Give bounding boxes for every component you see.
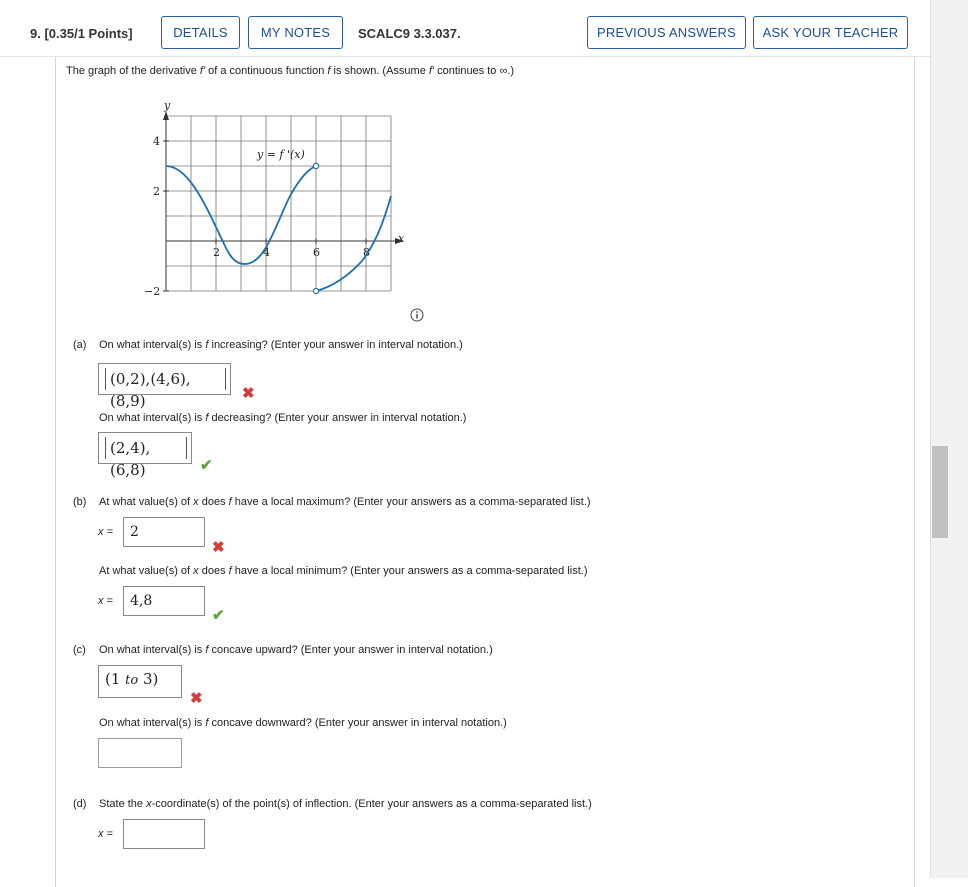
- question-header: 9. [0.35/1 Points]: [30, 26, 133, 41]
- correct-icon: ✔: [200, 457, 213, 474]
- y-axis-arrow: [163, 111, 169, 120]
- part-c-answer-1-field[interactable]: (1 to 3): [98, 665, 182, 698]
- part-a-answer-1-value: (0,2),(4,6),(8,9): [105, 368, 226, 410]
- x-axis-label: x: [398, 232, 405, 245]
- graph-axes: [165, 116, 400, 291]
- part-b-x-equals-2: x =: [98, 595, 113, 607]
- part-b-answer-1-field[interactable]: 2: [123, 517, 205, 547]
- part-d-question: State the x-coordinate(s) of the point(s…: [99, 798, 592, 810]
- part-a-question-1: On what interval(s) is f increasing? (En…: [99, 339, 463, 351]
- part-c-label: (c): [73, 644, 86, 656]
- y-tick-2: 2: [153, 185, 160, 198]
- scrollbar-thumb[interactable]: [932, 446, 948, 538]
- scrollbar-track[interactable]: [930, 0, 968, 878]
- part-d-label: (d): [73, 798, 87, 810]
- info-icon[interactable]: [410, 308, 424, 322]
- previous-answers-button[interactable]: PREVIOUS ANSWERS: [587, 16, 746, 49]
- part-b-question-2: At what value(s) of x does f have a loca…: [99, 565, 588, 577]
- part-d-answer-field[interactable]: [123, 819, 205, 849]
- incorrect-icon: ✖: [190, 690, 203, 707]
- part-a-answer-2-value: (2,4),(6,8): [105, 437, 187, 479]
- part-a-answer-1-field[interactable]: (0,2),(4,6),(8,9): [98, 363, 231, 410]
- correct-icon: ✔: [212, 607, 225, 624]
- derivative-curve-segment-2: [315, 195, 392, 292]
- y-tick-neg2: −2: [144, 285, 160, 298]
- part-c-question-1: On what interval(s) is f concave upward?…: [99, 644, 493, 656]
- part-b-answer-2-field[interactable]: 4,8: [123, 586, 205, 616]
- question-points: [0.35/1 Points]: [44, 26, 133, 41]
- open-endpoint-lower: [312, 287, 320, 295]
- y-axis-label: y: [163, 99, 171, 112]
- part-b-x-equals-1: x =: [98, 526, 113, 538]
- part-a-question-2: On what interval(s) is f decreasing? (En…: [99, 412, 467, 424]
- y-tick-4: 4: [153, 135, 160, 148]
- part-a-answer-2-field[interactable]: (2,4),(6,8): [98, 432, 192, 479]
- incorrect-icon: ✖: [242, 385, 255, 402]
- part-b-label: (b): [73, 496, 87, 508]
- details-button[interactable]: DETAILS: [161, 16, 240, 49]
- part-c-answer-2-field[interactable]: [98, 738, 182, 768]
- question-number: 9.: [30, 26, 41, 41]
- x-tick-6: 6: [313, 246, 320, 259]
- part-b-question-1: At what value(s) of x does f have a loca…: [99, 496, 591, 508]
- derivative-graph: y x 4 2 −2 2 4 6 8 y = f '(x): [144, 99, 405, 298]
- part-d-x-equals: x =: [98, 828, 113, 840]
- incorrect-icon: ✖: [212, 539, 225, 556]
- part-c-answer-1-value: (1 to 3): [105, 670, 159, 688]
- question-intro: The graph of the derivative f' of a cont…: [66, 65, 515, 77]
- x-tick-2: 2: [213, 246, 220, 259]
- part-c-question-2: On what interval(s) is f concave downwar…: [99, 717, 507, 729]
- curve-label: y = f '(x): [256, 148, 305, 161]
- part-a-label: (a): [73, 339, 87, 351]
- problem-code: SCALC9 3.3.037.: [358, 26, 461, 41]
- my-notes-button[interactable]: MY NOTES: [248, 16, 343, 49]
- ask-your-teacher-button[interactable]: ASK YOUR TEACHER: [753, 16, 908, 49]
- open-endpoint-upper: [312, 162, 320, 170]
